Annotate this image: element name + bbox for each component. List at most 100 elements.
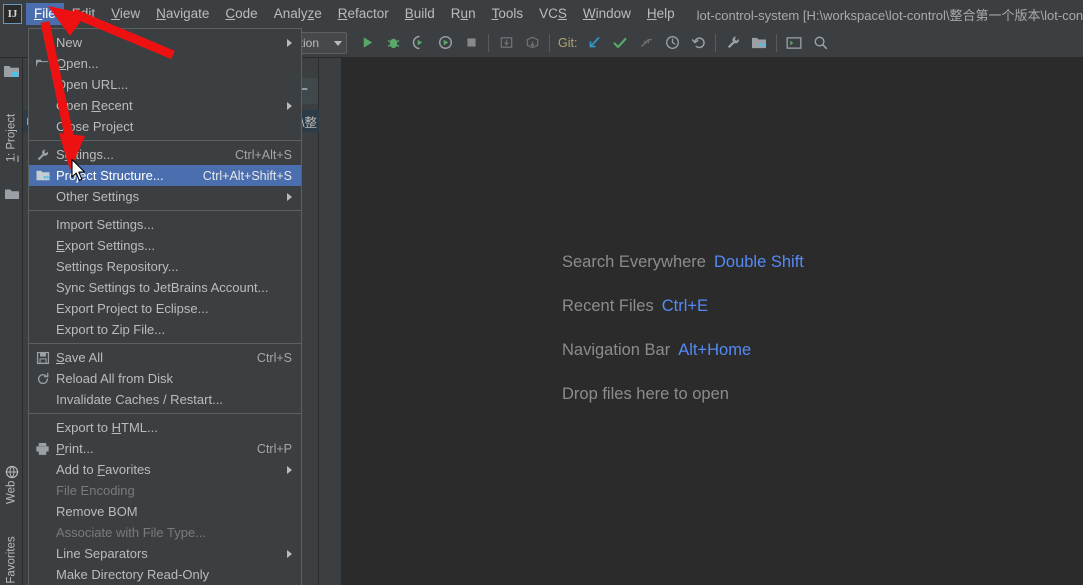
menu-window[interactable]: Window [575, 3, 639, 25]
menu-item-label: Save All [56, 350, 103, 365]
git-commit-check-button[interactable] [607, 30, 633, 56]
search-everywhere-button[interactable] [807, 30, 833, 56]
stop-button[interactable] [458, 30, 484, 56]
menu-item-export-to-html[interactable]: Export to HTML... [29, 417, 301, 438]
menu-item-label: Open... [56, 56, 99, 71]
menu-item-label: Close Project [56, 119, 134, 134]
menu-item-label: File Encoding [56, 483, 135, 498]
menu-run[interactable]: Run [443, 3, 484, 25]
menu-item-label: Associate with File Type... [56, 525, 207, 540]
editor-welcome-area: Search Everywhere Double Shift Recent File… [341, 58, 1083, 585]
menu-item-sync-settings-to-jetbrains-account[interactable]: Sync Settings to JetBrains Account... [29, 277, 301, 298]
submenu-arrow-icon [287, 101, 292, 110]
menu-item-export-to-zip-file[interactable]: Export to Zip File... [29, 319, 301, 340]
menu-item-reload-all-from-disk[interactable]: Reload All from Disk [29, 368, 301, 389]
menu-view[interactable]: View [103, 3, 148, 25]
panel-divider[interactable] [319, 58, 341, 585]
menu-tools[interactable]: Tools [484, 3, 532, 25]
toolbar-separator [715, 33, 717, 52]
welcome-hint-label: Recent Files [562, 297, 654, 315]
project-module-icon[interactable] [0, 57, 23, 85]
menu-code[interactable]: Code [217, 3, 265, 25]
menu-item-save-all[interactable]: Save All Ctrl+S [29, 347, 301, 368]
menu-item-label: Add to Favorites [56, 462, 151, 477]
submenu-arrow-icon [287, 192, 292, 201]
menu-item-label: Line Separators [56, 546, 148, 561]
menu-vcs[interactable]: VCS [531, 3, 575, 25]
git-pull-button[interactable] [581, 30, 607, 56]
menu-item-line-separators[interactable]: Line Separators [29, 543, 301, 564]
sidebar-item-favorites[interactable]: 2: Favorites [0, 528, 23, 585]
welcome-hint-shortcut: Ctrl+E [661, 297, 709, 315]
welcome-hint-shortcut: Double Shift [713, 253, 804, 271]
submenu-arrow-icon [287, 38, 292, 47]
menu-item-open-recent[interactable]: Open Recent [29, 95, 301, 116]
menu-navigate[interactable]: Navigate [148, 3, 217, 25]
menu-item-export-project-to-eclipse[interactable]: Export Project to Eclipse... [29, 298, 301, 319]
debug-button[interactable] [380, 30, 406, 56]
run-with-coverage-button[interactable] [406, 30, 432, 56]
folder-plain-icon[interactable] [0, 180, 23, 208]
welcome-hint-label: Navigation Bar [562, 341, 671, 359]
terminal-button[interactable] [781, 30, 807, 56]
git-push-button[interactable] [633, 30, 659, 56]
menu-item-import-settings[interactable]: Import Settings... [29, 214, 301, 235]
project-structure-icon [34, 168, 51, 184]
window-title: lot-control-system [H:\workspace\lot-con… [696, 7, 1083, 23]
mouse-cursor [71, 158, 86, 181]
project-rail-label: : Project [5, 113, 18, 156]
menu-item-add-to-favorites[interactable]: Add to Favorites [29, 459, 301, 480]
menu-item-invalidate-caches-restart[interactable]: Invalidate Caches / Restart... [29, 389, 301, 410]
menu-item-label: Export Settings... [56, 238, 155, 253]
git-history-button[interactable] [659, 30, 685, 56]
menu-item-shortcut: Ctrl+Alt+S [235, 147, 292, 162]
project-structure-button[interactable] [746, 30, 772, 56]
project-rail-index: 1 [5, 155, 18, 163]
menu-item-label: Reload All from Disk [56, 371, 174, 386]
menu-item-close-project[interactable]: Close Project [29, 116, 301, 137]
folder-open-icon [34, 56, 51, 72]
menu-item-open-url[interactable]: Open URL... [29, 74, 301, 95]
submenu-arrow-icon [287, 549, 292, 558]
menu-item-open[interactable]: Open... [29, 53, 301, 74]
menu-edit[interactable]: Edit [64, 3, 103, 25]
menu-refactor[interactable]: Refactor [330, 3, 397, 25]
commit-button[interactable] [519, 30, 545, 56]
sidebar-item-web[interactable]: Web [0, 472, 23, 512]
menu-item-label: Open URL... [56, 77, 129, 92]
settings-wrench-button[interactable] [720, 30, 746, 56]
menu-item-new[interactable]: New [29, 32, 301, 53]
sidebar-item-project[interactable]: 1: Project [0, 100, 23, 176]
menu-item-other-settings[interactable]: Other Settings [29, 186, 301, 207]
menu-analyze[interactable]: Analyze [266, 3, 330, 25]
menu-item-label: Invalidate Caches / Restart... [56, 392, 223, 407]
app-logo: IJ [3, 4, 23, 24]
menu-bar-items: File Edit View Navigate Code Analyze Refactor B… [26, 3, 683, 25]
menu-bar: IJ File Edit View Navigate Code Analyze Refact… [0, 0, 1083, 28]
menu-item-label: New [56, 35, 83, 50]
wrench-icon [34, 147, 51, 163]
favorites-rail-label: : Favorites [5, 535, 18, 585]
menu-item-settings-repository[interactable]: Settings Repository... [29, 256, 301, 277]
toolbar-separator [776, 33, 778, 52]
menu-item-label: Make Directory Read-Only [56, 567, 210, 582]
menu-item-label: Print... [56, 441, 94, 456]
menu-item-shortcut: Ctrl+Alt+Shift+S [202, 168, 292, 183]
menu-item-label: Remove BOM [56, 504, 138, 519]
profile-button[interactable] [432, 30, 458, 56]
menu-file[interactable]: File [26, 3, 64, 25]
menu-separator [29, 413, 301, 414]
run-button[interactable] [354, 30, 380, 56]
menu-item-print[interactable]: Print... Ctrl+P [29, 438, 301, 459]
menu-build[interactable]: Build [397, 3, 443, 25]
reload-icon [34, 371, 51, 387]
update-project-button[interactable] [493, 30, 519, 56]
menu-item-make-directory-read-only[interactable]: Make Directory Read-Only [29, 564, 301, 585]
menu-item-file-encoding: File Encoding [29, 480, 301, 501]
menu-item-export-settings[interactable]: Export Settings... [29, 235, 301, 256]
welcome-hints: Search Everywhere Double Shift Recent File… [562, 253, 804, 429]
menu-item-remove-bom[interactable]: Remove BOM [29, 501, 301, 522]
menu-help[interactable]: Help [639, 3, 683, 25]
menu-item-associate-with-file-type: Associate with File Type... [29, 522, 301, 543]
git-rollback-button[interactable] [685, 30, 711, 56]
